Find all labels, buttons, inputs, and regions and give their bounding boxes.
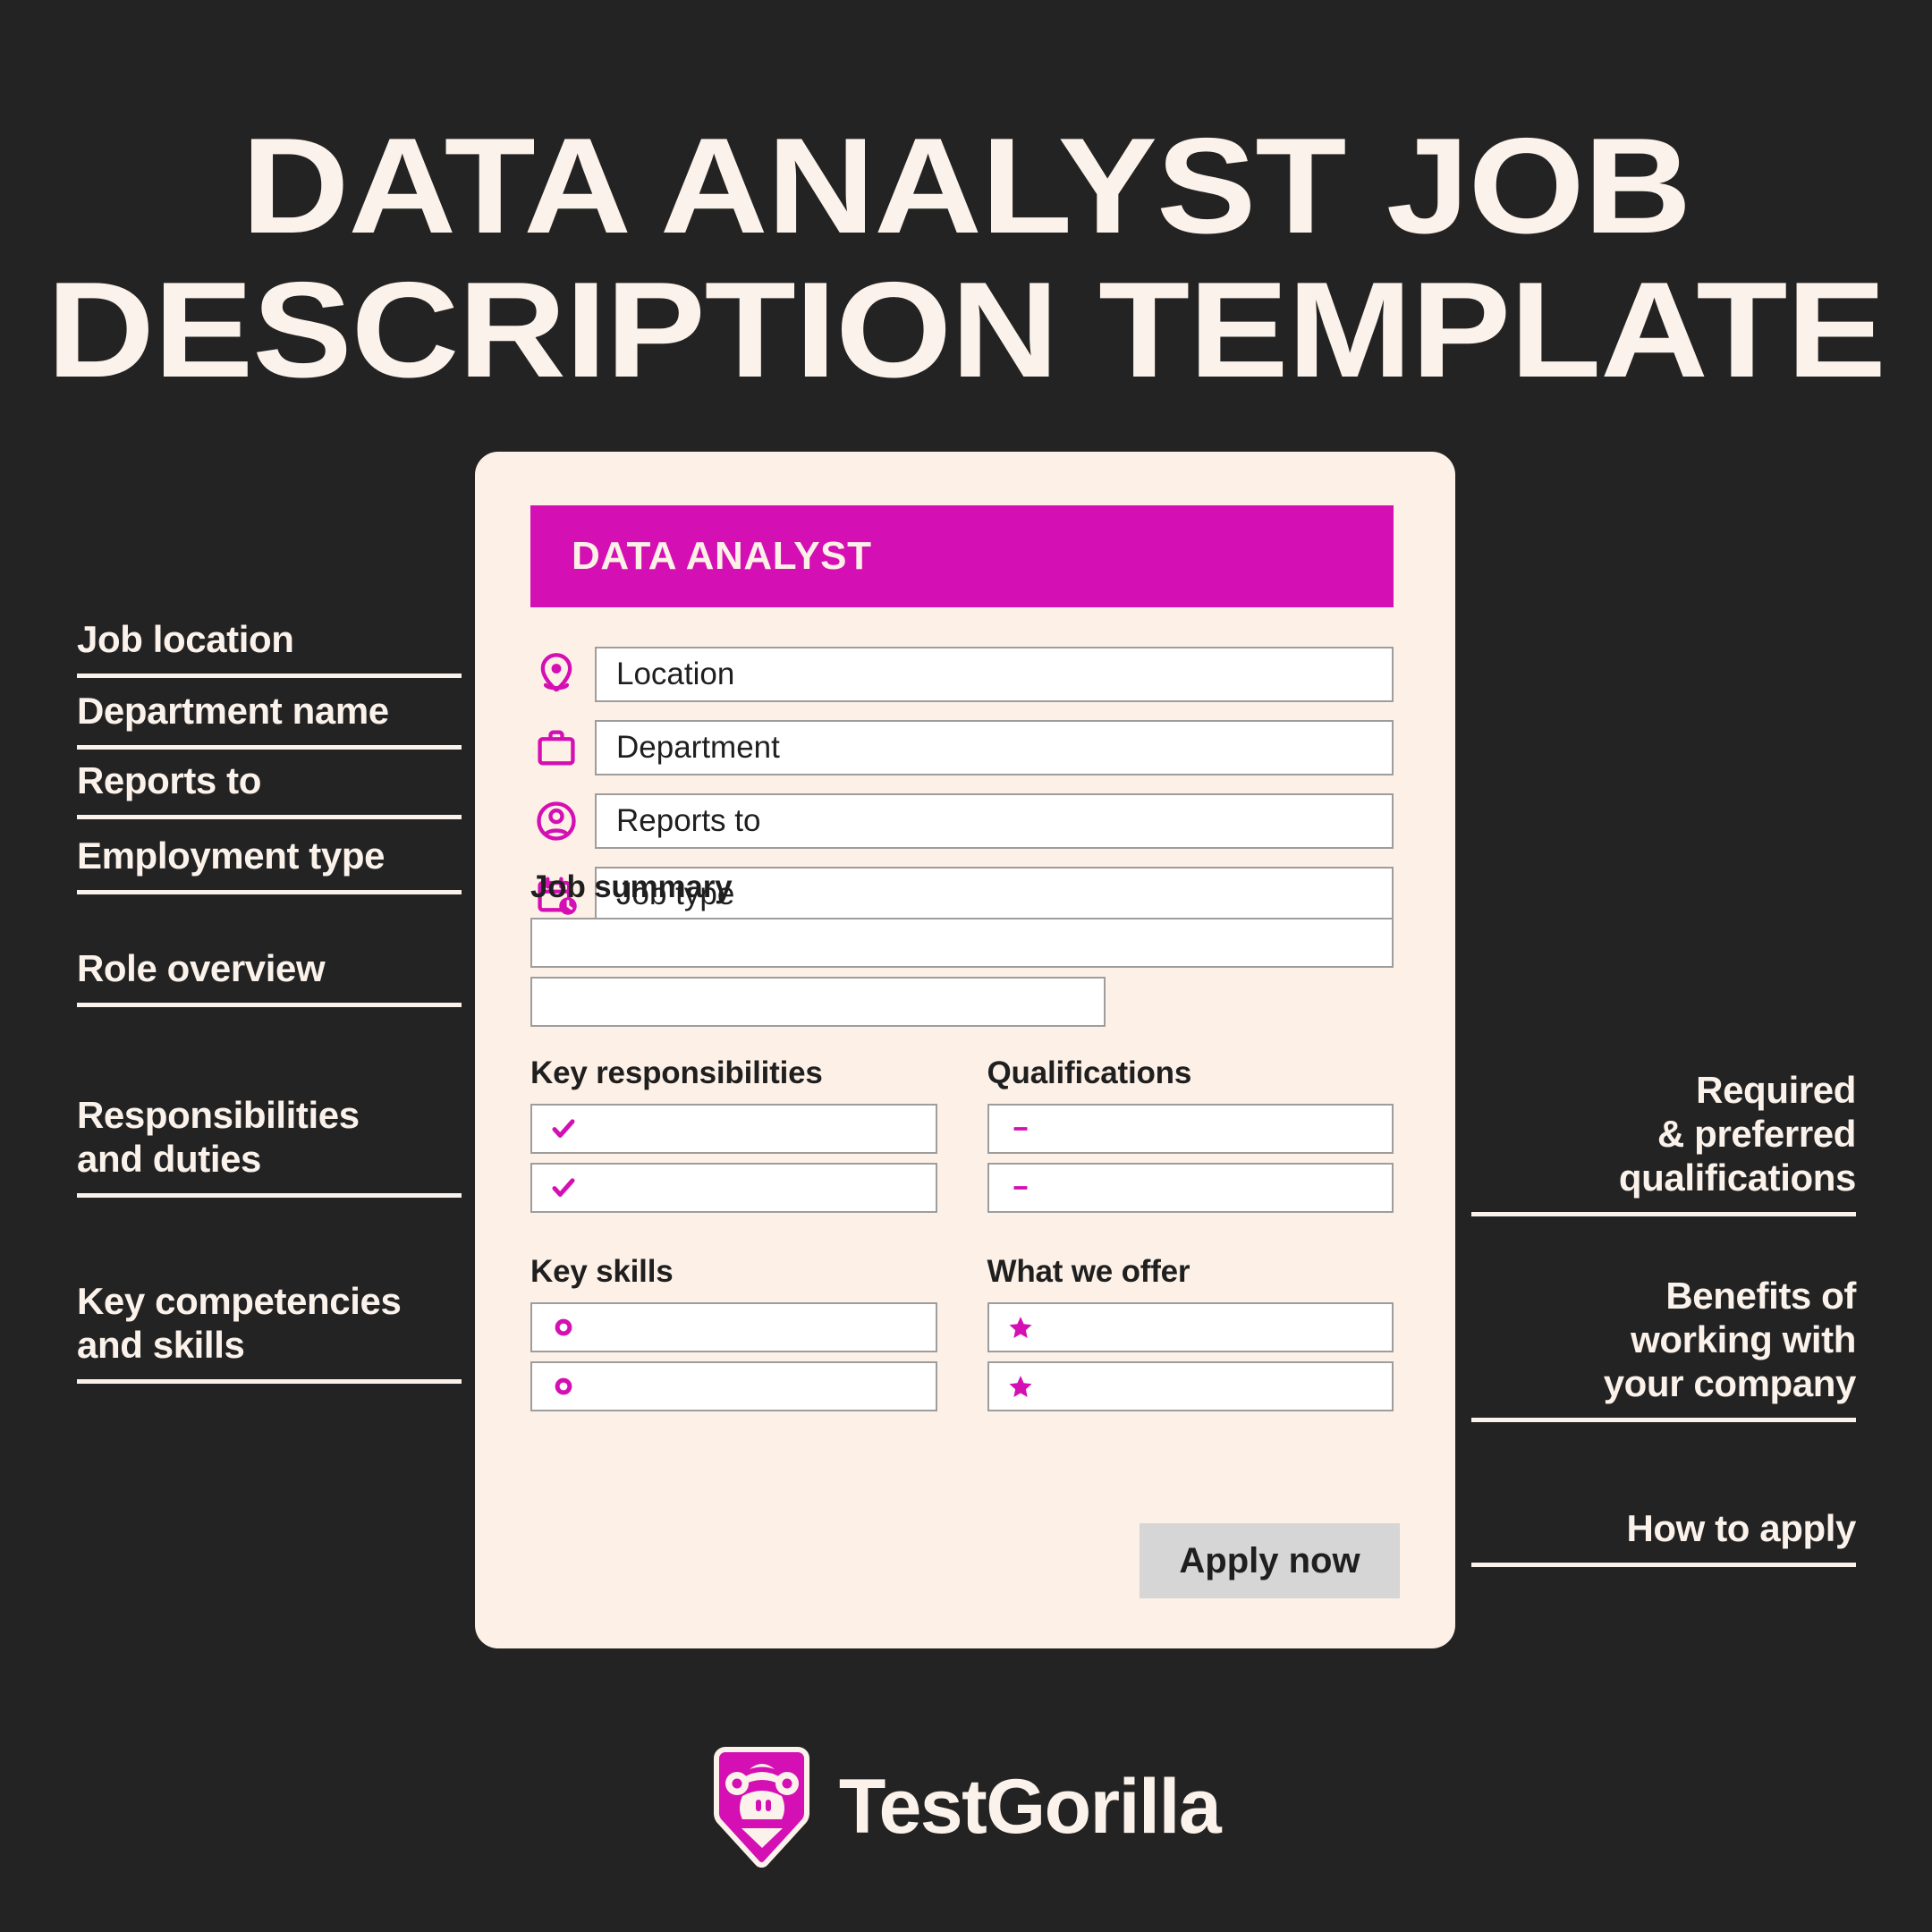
left-label-text: Responsibilities and duties (77, 1094, 360, 1181)
star-icon (1005, 1371, 1036, 1402)
left-label-rule (77, 890, 462, 895)
card-header-title: DATA ANALYST (572, 534, 872, 578)
job-meta-row: Reports to (530, 788, 1394, 854)
brand-wordmark: TestGorilla (838, 1763, 1222, 1850)
card-list-input-0[interactable] (987, 1104, 1394, 1154)
card-column-1: Qualifications What we offer (987, 1055, 1394, 1453)
card-list-input-1[interactable] (987, 1361, 1394, 1411)
left-label-5: Responsibilities and duties (77, 1093, 462, 1199)
card-column-0: Key responsibilities Key skills (530, 1055, 937, 1453)
testgorilla-gorilla-shield-icon (712, 1744, 812, 1869)
ring-icon (548, 1312, 579, 1343)
check-icon (548, 1173, 579, 1203)
left-label-rule (77, 674, 462, 679)
right-label-rule (1471, 1212, 1856, 1217)
left-label-rule (77, 1003, 462, 1008)
card-list-input-0[interactable] (530, 1302, 937, 1352)
right-label-text: How to apply (1626, 1507, 1856, 1549)
poster-canvas: DATA ANALYST JOB DESCRIPTION TEMPLATE Jo… (0, 0, 1932, 1932)
card-list-label: Qualifications (987, 1055, 1192, 1090)
left-label-rule (77, 1193, 462, 1199)
right-label-1: Benefits of working with your company (1471, 1274, 1857, 1423)
left-label-1: Department name (77, 689, 462, 750)
left-label-rule (77, 815, 462, 820)
right-label-rule (1471, 1418, 1856, 1423)
left-label-6: Key competencies and skills (77, 1279, 462, 1385)
ring-icon (548, 1371, 579, 1402)
left-annotation-column: Job location Department name Reports to Emp… (77, 452, 462, 1525)
check-icon (548, 1114, 579, 1144)
right-annotation-column: Required & preferred qualifications Benef… (1471, 452, 1857, 1568)
right-label-text: Required & preferred qualifications (1618, 1069, 1857, 1199)
briefcase-icon (530, 722, 582, 774)
right-label-2: How to apply (1471, 1506, 1856, 1568)
left-label-4: Role overview (77, 946, 462, 1008)
left-label-3: Employment type (77, 834, 462, 895)
page-title: DATA ANALYST JOB DESCRIPTION TEMPLATE (0, 114, 1932, 402)
right-label-rule (1471, 1563, 1856, 1568)
job-description-card: DATA ANALYST Location Department Reports… (475, 452, 1455, 1648)
left-label-text: Department name (77, 690, 389, 732)
job-summary-input-2[interactable] (530, 977, 1106, 1027)
job-meta-input-2[interactable]: Reports to (595, 793, 1394, 849)
card-list-input-1[interactable] (530, 1163, 937, 1213)
apply-button-wrap: Apply now (1140, 1523, 1400, 1598)
card-list-label: Key responsibilities (530, 1055, 823, 1090)
card-list-input-0[interactable] (987, 1302, 1394, 1352)
card-list-input-1[interactable] (987, 1163, 1394, 1213)
job-meta-row: Department (530, 715, 1394, 781)
job-summary-label: Job summary (530, 869, 733, 904)
person-circle-icon (530, 795, 582, 847)
left-label-text: Reports to (77, 759, 262, 801)
job-meta-row: Location (530, 641, 1394, 708)
card-list-label: What we offer (987, 1254, 1191, 1289)
card-two-column-lists: Key responsibilities Key skills Qualificat… (530, 1055, 1394, 1453)
left-label-text: Key competencies and skills (77, 1280, 402, 1367)
job-meta-input-1[interactable]: Department (595, 720, 1394, 775)
job-summary-input-1[interactable] (530, 918, 1394, 968)
card-list-label: Key skills (530, 1254, 674, 1289)
card-list-block: What we offer (987, 1254, 1394, 1411)
right-label-0: Required & preferred qualifications (1471, 1068, 1857, 1217)
card-list-input-1[interactable] (530, 1361, 937, 1411)
star-icon (1005, 1312, 1036, 1343)
card-list-block: Key responsibilities (530, 1055, 937, 1213)
apply-now-button[interactable]: Apply now (1140, 1523, 1400, 1598)
job-meta-input-0[interactable]: Location (595, 647, 1394, 702)
card-list-block: Qualifications (987, 1055, 1394, 1213)
job-summary-section: Job summary (530, 869, 1394, 1036)
location-pin-icon (530, 648, 582, 700)
left-label-rule (77, 745, 462, 750)
page-title-line-1: DATA ANALYST JOB (241, 110, 1692, 262)
left-label-text: Role overview (77, 947, 326, 989)
left-label-0: Job location (77, 617, 462, 679)
page-title-line-2: DESCRIPTION TEMPLATE (47, 254, 1886, 407)
right-label-text: Benefits of working with your company (1603, 1275, 1857, 1405)
brand-footer: TestGorilla (0, 1744, 1932, 1869)
left-label-2: Reports to (77, 758, 462, 820)
left-label-text: Job location (77, 618, 294, 660)
card-header-banner: DATA ANALYST (530, 505, 1394, 607)
card-list-input-0[interactable] (530, 1104, 937, 1154)
left-label-text: Employment type (77, 835, 386, 877)
left-label-rule (77, 1379, 462, 1385)
dash-icon (1005, 1114, 1036, 1144)
dash-icon (1005, 1173, 1036, 1203)
card-list-block: Key skills (530, 1254, 937, 1411)
